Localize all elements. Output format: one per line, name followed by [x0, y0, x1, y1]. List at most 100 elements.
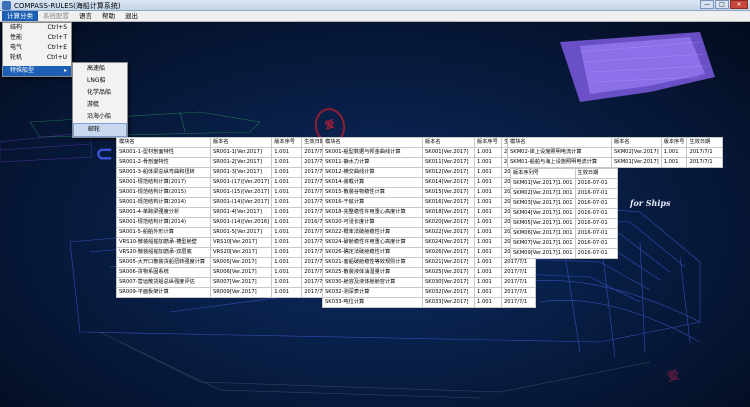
table-row[interactable]: VRS10-散装船舶加筋承-槽型舱壁 VRS10[Ver.2017] 1.001 20…: [116, 237, 339, 248]
dropdown-item-machinery[interactable]: 轮机 Ctrl+U: [3, 53, 71, 63]
submenu-item-chemical[interactable]: 化学品船: [73, 87, 127, 99]
minimize-button[interactable]: —: [700, 0, 714, 9]
table-cell: SR001-(14)[Ver.2017]: [209, 197, 273, 208]
table-row[interactable]: SK021-客船破舱稳性等效规则计算 SK021[Ver.2017] 1.001 20…: [322, 257, 536, 268]
submenu-item-yacht[interactable]: 游艇: [73, 99, 127, 111]
table-cell: SKM04[Ver.2017]1.001: [510, 208, 576, 219]
dropdown-item-structure[interactable]: 结构 Ctrl+S: [3, 23, 71, 33]
column-header[interactable]: 版本序号: [474, 137, 502, 148]
table-row[interactable]: SKM02-岸上设施照明电流计算 SKM02[Ver.2017] 1.001 2017…: [507, 147, 724, 158]
table-row[interactable]: SR007-营运散货船总纵强度评估 SR007[Ver.2017] 1.001 201…: [116, 277, 339, 288]
table-cell: SK014-装载计算: [322, 177, 423, 188]
table-cell: 2017/7/1: [501, 297, 536, 308]
table-row[interactable]: SR001-1-型材剖面特性 SR001-1[Ver.2017] 1.001 2017…: [116, 147, 339, 158]
table-row[interactable]: SKM09[Ver.2017]1.001 2016-07-01: [510, 248, 618, 259]
table-row[interactable]: SR001-规范结构计算(2015) SR001-(15)[Ver.2017] 1.…: [116, 187, 339, 198]
table-row[interactable]: SK022-概率法破舱稳性计算SK022[Ver.2017]1.0012017/…: [322, 227, 536, 238]
table-cell: SR001-(15)[Ver.2017]: [209, 187, 273, 198]
submenu-item-lng[interactable]: LNG船: [73, 75, 127, 87]
table-row[interactable]: SK032-测深表计算 SK032[Ver.2017] 1.001 2017/7/1: [322, 287, 536, 298]
table-cell: SK014[Ver.2017]: [422, 177, 475, 188]
table-row[interactable]: SK012-横交曲线计算SK012[Ver.2017]1.0012017/7/1: [322, 167, 536, 178]
table-row[interactable]: SR001-规范结构计算(2014) SR001-(14)[Ver.2016] 1.…: [116, 217, 339, 228]
table-cell: SKM02[Ver.2017]1.001: [510, 188, 576, 199]
table-row[interactable]: SR001-2-骨剖面特性 SR001-2[Ver.2017] 1.001 2017/…: [116, 157, 339, 168]
table-cell: 1.001: [271, 207, 303, 218]
table-cell: 2016-07-01: [574, 238, 618, 249]
menu-system-config[interactable]: 系统配置: [38, 11, 74, 21]
table-cell: SK025-散装液体油湿量计算: [322, 267, 423, 278]
table-row[interactable]: SK030-舱容及液体舱舱容计算 SK030[Ver.2017] 1.001 2017…: [322, 277, 536, 288]
table-row[interactable]: SK033-吨位计算 SK033[Ver.2017] 1.001 2017/7/1: [322, 297, 536, 308]
column-header[interactable]: 版本名: [422, 137, 475, 148]
table-row[interactable]: SKM03[Ver.2017]1.001 2016-07-01: [510, 198, 618, 209]
table-row[interactable]: SR001-5-船舶外形计算 SR001-5[Ver.2017] 1.001 2017…: [116, 227, 339, 238]
column-header[interactable]: 版本序号: [271, 137, 303, 148]
column-header[interactable]: 生效日期: [574, 168, 618, 179]
column-header[interactable]: 模块名: [322, 137, 423, 148]
table-row[interactable]: SK025-散装液体油湿量计算 SK025[Ver.2017] 1.001 2017/…: [322, 267, 536, 278]
table-cell: 1.001: [271, 287, 303, 298]
table-cell: VRS10-散装船舶加筋承-槽型舱壁: [116, 237, 211, 248]
table-row[interactable]: SR009-平面板架计算 SR009[Ver.2017] 1.001 2017/7/1: [116, 287, 339, 298]
table-row[interactable]: SKM04[Ver.2017]1.001 2016-07-01: [510, 208, 618, 219]
column-header[interactable]: 版本序号: [660, 137, 688, 148]
column-header[interactable]: 模块名: [116, 137, 211, 148]
table-row[interactable]: SK020-可浸长度计算SK020[Ver.2017]1.0012017/7/1: [322, 217, 536, 228]
table-cell: 2016-07-01: [574, 178, 618, 189]
column-header[interactable]: 模块名: [507, 137, 612, 148]
chevron-right-icon: ▸: [63, 67, 67, 74]
column-header[interactable]: 版本名: [209, 137, 273, 148]
table-row[interactable]: SK014-装载计算SK014[Ver.2017]1.0012017/7/1: [322, 177, 536, 188]
table-row[interactable]: SKM02[Ver.2017]1.001 2016-07-01: [510, 188, 618, 199]
maximize-button[interactable]: □: [715, 0, 729, 9]
table-cell: SK024-破舱稳性许用重心高度计算: [322, 237, 423, 248]
table-row[interactable]: SKM07[Ver.2017]1.001 2016-07-01: [510, 238, 618, 249]
submenu-item-high-speed[interactable]: 高速船: [73, 63, 127, 75]
table-header-row: 模块名版本名版本序号生效日期: [322, 137, 536, 148]
table-cell: SK012-横交曲线计算: [322, 167, 423, 178]
table-cell: SR001-规范结构计算(2014): [116, 197, 211, 208]
table-row[interactable]: SR001-规范结构计算(2017) SR001-(17)[Ver.2017] 1.…: [116, 177, 339, 188]
table-cell: SK021[Ver.2017]: [422, 257, 475, 268]
close-button[interactable]: ✕: [730, 0, 748, 9]
table-row[interactable]: SK015-散装谷物稳性计算SK015[Ver.2017]1.0012017/7…: [322, 187, 536, 198]
menu-exit[interactable]: 退出: [120, 11, 143, 21]
column-header[interactable]: 生效日期: [686, 137, 724, 148]
table-cell: 1.001: [474, 217, 502, 228]
table-cell: SK022[Ver.2017]: [422, 227, 475, 238]
table-row[interactable]: SR001-3-船体梁总纵弯曲和扭转 SR001-3[Ver.2017] 1.001…: [116, 167, 339, 178]
menu-language[interactable]: 语言: [74, 11, 97, 21]
version-serial-table: 版本序列号 生效日期 SKM01[Ver.2017]1.001 2016-07-01 S…: [510, 168, 618, 259]
table-row[interactable]: SK016-干舷计算SK016[Ver.2017]1.0012017/7/1: [322, 197, 536, 208]
table-cell: 1.001: [474, 187, 502, 198]
column-header[interactable]: 版本序列号: [510, 168, 576, 179]
menu-help[interactable]: 帮助: [97, 11, 120, 21]
table-row[interactable]: SK001-船型数据与邦金曲线计算SK001[Ver.2017]1.001201…: [322, 147, 536, 158]
table-cell: 1.001: [271, 217, 303, 228]
table-row[interactable]: SKM01[Ver.2017]1.001 2016-07-01: [510, 178, 618, 189]
dropdown-item-electrical[interactable]: 电气 Ctrl+E: [3, 43, 71, 53]
submenu-item-cruise[interactable]: 邮轮: [73, 123, 127, 137]
table-row[interactable]: VRS20-散装船舶加筋承-双层底 VRS20[Ver.2017] 1.001 201…: [116, 247, 339, 258]
table-row[interactable]: SK024-破舱稳性许用重心高度计算SK024[Ver.2017]1.00120…: [322, 237, 536, 248]
table-row[interactable]: SR001-规范结构计算(2014) SR001-(14)[Ver.2017] 1.…: [116, 197, 339, 208]
table-cell: 1.001: [474, 177, 502, 188]
table-row[interactable]: SR001-4-单跨梁强度分析 SR001-4[Ver.2017] 1.001 201…: [116, 207, 339, 218]
column-header[interactable]: 版本名: [611, 137, 662, 148]
submenu-item-coastal[interactable]: 沿海小船: [73, 111, 127, 123]
table-cell: SK015-散装谷物稳性计算: [322, 187, 423, 198]
dropdown-item-performance[interactable]: 性能 Ctrl+T: [3, 33, 71, 43]
table-row[interactable]: SKM06[Ver.2017]1.001 2016-07-01: [510, 228, 618, 239]
menu-calc-category[interactable]: 计算分类: [2, 11, 38, 21]
table-row[interactable]: SK026-确定法破舱稳性计算SK026[Ver.2017]1.0012017/…: [322, 247, 536, 258]
table-cell: SR006[Ver.2017]: [209, 267, 273, 278]
table-row[interactable]: SK011-静水力计算SK011[Ver.2017]1.0012017/7/1: [322, 157, 536, 168]
table-row[interactable]: SKM05[Ver.2017]1.001 2016-07-01: [510, 218, 618, 229]
table-row[interactable]: SR006-货物系固系统 SR006[Ver.2017] 1.001 2017/7/1: [116, 267, 339, 278]
table-row[interactable]: SK018-完整稳性许用重心高度计算SK018[Ver.2017]1.00120…: [322, 207, 536, 218]
dropdown-item-special-ships[interactable]: 特殊船型 ▸: [3, 66, 71, 76]
table-row[interactable]: SKM01-船舶与海上设施照明电流计算 SKM01[Ver.2017] 1.001 2…: [507, 157, 724, 168]
table-row[interactable]: SR005-大开口散装货船扭转强度计算 SR005[Ver.2017] 1.001 2…: [116, 257, 339, 268]
table-cell: 1.001: [271, 147, 303, 158]
